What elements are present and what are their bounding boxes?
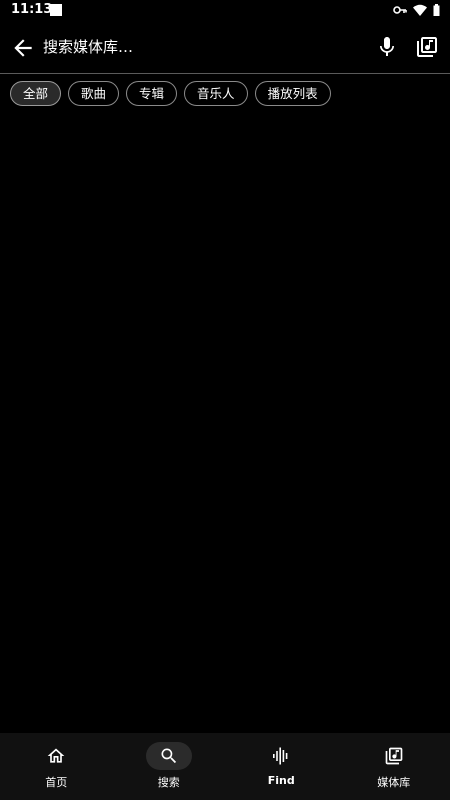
back-button[interactable] [10, 35, 36, 61]
search-bar [0, 22, 450, 73]
nav-item-find[interactable]: Find [225, 733, 338, 800]
chip-label: 全部 [23, 86, 49, 101]
battery-icon [433, 4, 440, 16]
search-input[interactable] [43, 34, 343, 60]
library-button[interactable] [415, 35, 439, 59]
mic-icon [375, 35, 399, 59]
chip-albums[interactable]: 专辑 [126, 81, 178, 106]
notification-square-icon [50, 4, 62, 16]
voice-search-button[interactable] [375, 35, 399, 59]
chip-label: 专辑 [139, 86, 165, 101]
waveform-icon [271, 746, 291, 766]
chip-all[interactable]: 全部 [10, 81, 62, 106]
home-icon [46, 746, 66, 766]
nav-item-search[interactable]: 搜索 [113, 733, 226, 800]
vpn-key-icon [393, 5, 407, 15]
search-icon [159, 746, 179, 766]
nav-item-library[interactable]: 媒体库 [338, 733, 450, 800]
nav-icon-container [371, 742, 417, 770]
nav-label: 搜索 [157, 776, 180, 789]
chip-label: 音乐人 [197, 86, 235, 101]
chip-playlists[interactable]: 播放列表 [254, 81, 331, 106]
wifi-icon [413, 4, 427, 16]
nav-label: Find [267, 774, 295, 787]
nav-icon-container [258, 742, 304, 770]
chip-artists[interactable]: 音乐人 [184, 81, 248, 106]
library-music-icon [415, 35, 439, 59]
search-divider [0, 73, 450, 74]
nav-icon-container [145, 742, 192, 770]
nav-label: 媒体库 [377, 776, 411, 789]
chip-songs[interactable]: 歌曲 [68, 81, 120, 106]
nav-item-home[interactable]: 首页 [0, 733, 113, 800]
bottom-navigation: 首页 搜索 Find 媒体库 [0, 733, 450, 800]
status-bar: 11:13 [0, 0, 450, 22]
nav-icon-container [33, 742, 79, 770]
chip-label: 歌曲 [81, 86, 107, 101]
status-time: 11:13 [11, 2, 53, 17]
filter-chips: 全部 歌曲 专辑 音乐人 播放列表 [10, 81, 331, 106]
back-arrow-icon [10, 35, 36, 61]
library-music-icon [384, 746, 404, 766]
status-icons [393, 4, 440, 16]
nav-label: 首页 [45, 776, 68, 789]
chip-label: 播放列表 [267, 86, 318, 101]
